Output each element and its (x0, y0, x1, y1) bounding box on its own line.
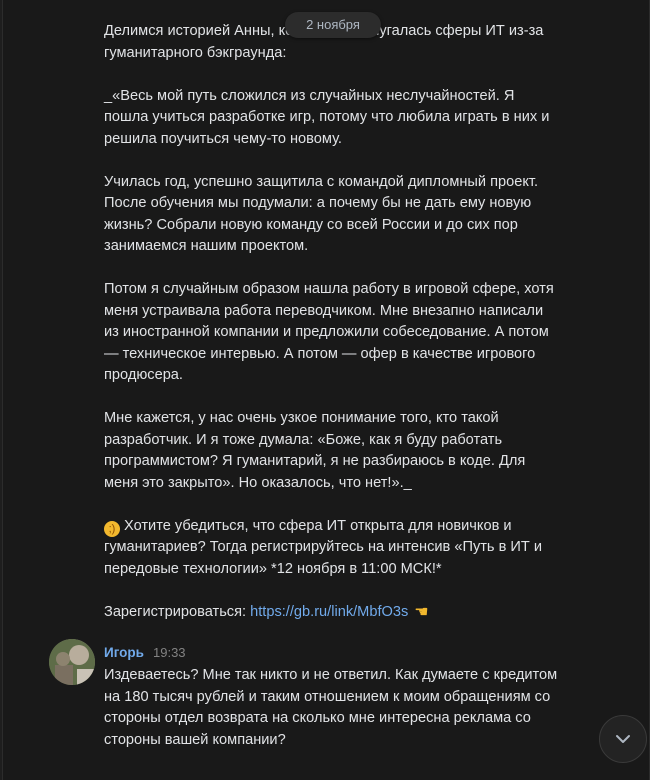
message-time[interactable]: 19:33 (153, 645, 186, 660)
post-paragraph: ;) Хотите убедиться, что сфера ИТ открыта… (104, 516, 554, 581)
post-paragraph-text: Хотите убедиться, что сфера ИТ открыта д… (104, 517, 543, 577)
post-paragraph: Потом я случайным образом нашла работу в… (104, 281, 554, 383)
post-paragraph: Мне кажется, у нас очень узкое понимание… (104, 410, 526, 491)
register-link[interactable]: https://gb.ru/link/MbfO3s (250, 604, 408, 620)
wink-emoji-icon: ;) (104, 520, 120, 537)
channel-post: Делимся историей Анны, которая не испуга… (104, 21, 554, 623)
author-name[interactable]: Игорь (104, 645, 144, 660)
post-paragraph: Училась год, успешно защитила с командой… (104, 173, 539, 255)
register-line: Зарегистрироваться: https://gb.ru/link/M… (104, 602, 554, 624)
date-pill: 2 ноября (285, 12, 381, 38)
reply-message-text: Издеваетесь? Мне так никто и не ответил.… (104, 667, 558, 748)
post-paragraph: _«Весь мой путь сложился из случайных не… (104, 87, 550, 147)
chat-history: Делимся историей Анны, которая не испуга… (2, 0, 650, 780)
avatar-photo (49, 639, 95, 685)
register-label: Зарегистрироваться: (104, 603, 247, 620)
pointing-left-hand-icon: ☚ (414, 603, 429, 621)
chevron-down-icon (616, 735, 630, 743)
scroll-down-button[interactable] (599, 715, 647, 763)
avatar[interactable] (49, 639, 95, 685)
